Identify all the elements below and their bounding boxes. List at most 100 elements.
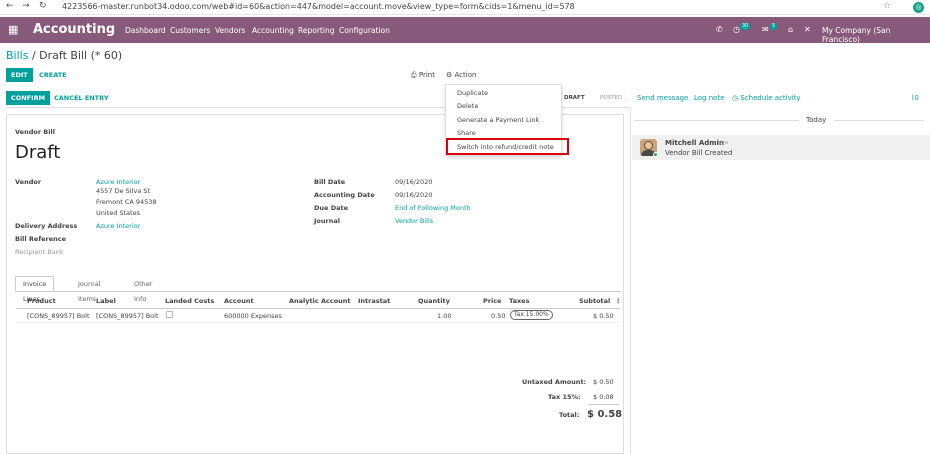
- breadcrumb: Bills / Draft Bill (* 60): [6, 49, 122, 62]
- bill-date-label: Bill Date: [314, 178, 346, 186]
- address-bar[interactable]: 4223566-master.runbot34.odoo.com/web#id=…: [62, 2, 575, 11]
- menu-item-share[interactable]: Share: [457, 129, 476, 137]
- menu-item-duplicate[interactable]: Duplicate: [457, 89, 488, 97]
- row-label[interactable]: [CONS_89957] Bolt: [96, 312, 159, 320]
- menu-item-delete[interactable]: Delete: [457, 102, 478, 110]
- confirm-button[interactable]: CONFIRM: [6, 91, 51, 105]
- row-subtotal: $ 0.50: [593, 312, 614, 320]
- vendor-address-line: Fremont CA 94538: [96, 198, 157, 206]
- send-message-button[interactable]: Send message: [637, 94, 688, 102]
- activity-count-badge: 30: [740, 23, 751, 30]
- status-draft: DRAFT: [564, 95, 585, 101]
- table-header-divider: [16, 308, 620, 309]
- create-button[interactable]: CREATE: [34, 68, 72, 82]
- col-subtotal[interactable]: Subtotal: [579, 297, 610, 305]
- back-arrow-icon[interactable]: ←: [6, 1, 14, 11]
- breadcrumb-separator: /: [31, 49, 36, 62]
- gift-icon[interactable]: ⌂: [788, 25, 793, 34]
- status-posted[interactable]: POSTED: [600, 95, 622, 101]
- main-navbar: ▦ Accounting Dashboard Customers Vendors…: [0, 17, 930, 44]
- col-taxes[interactable]: Taxes: [509, 297, 529, 305]
- tab-invoice-lines[interactable]: Invoice Lines: [15, 276, 55, 303]
- printer-icon: ⎙: [411, 71, 417, 79]
- message-author[interactable]: Mitchell Admin: [665, 139, 724, 147]
- row-account[interactable]: 600000 Expenses: [224, 312, 282, 320]
- journal-label: Journal: [314, 217, 340, 225]
- online-status-icon: [653, 152, 658, 157]
- delivery-address-label: Delivery Address: [15, 222, 78, 230]
- attachments-button[interactable]: ⌇0: [911, 94, 919, 102]
- menu-dashboard[interactable]: Dashboard: [125, 26, 166, 35]
- col-analytic-account[interactable]: Analytic Account: [289, 297, 351, 305]
- tax-label: Tax 15%:: [548, 393, 581, 401]
- col-product[interactable]: Product: [27, 297, 56, 305]
- gear-icon: ⚙: [446, 71, 453, 79]
- schedule-activity-button[interactable]: ◷ Schedule activity: [732, 94, 801, 102]
- totals-divider: [588, 404, 619, 405]
- edit-button[interactable]: EDIT: [6, 68, 33, 82]
- due-date-field[interactable]: End of Following Month: [395, 204, 471, 212]
- avatar-head: [644, 141, 653, 150]
- vendor-label: Vendor: [15, 178, 42, 186]
- vendor-address-line: 4557 De Silva St: [96, 187, 150, 195]
- table-row-divider: [16, 322, 620, 323]
- log-note-button[interactable]: Log note: [694, 94, 725, 102]
- print-button[interactable]: ⎙ Print: [411, 71, 435, 80]
- today-separator-left: [634, 120, 799, 121]
- col-intrastat[interactable]: Intrastat: [358, 297, 390, 305]
- apps-grid-icon[interactable]: ▦: [8, 24, 18, 35]
- vendor-address-line: United States: [96, 209, 141, 217]
- recipient-bank-label: Recipient Bank: [15, 248, 64, 256]
- menu-customers[interactable]: Customers: [170, 26, 210, 35]
- tab-other-info[interactable]: Other Info: [126, 276, 160, 303]
- browser-toolbar: ← → ↻ 4223566-master.runbot34.odoo.com/w…: [0, 0, 930, 15]
- message-time: now: [718, 140, 729, 146]
- chat-bubbles-icon[interactable]: ✉: [762, 25, 769, 34]
- total-value: $ 0.58: [587, 409, 623, 420]
- reload-icon[interactable]: ↻: [39, 1, 47, 11]
- vendor-field[interactable]: Azure Interior: [96, 178, 140, 186]
- column-options-icon[interactable]: ⋮: [615, 297, 622, 305]
- breadcrumb-current: Draft Bill (* 60): [39, 49, 123, 62]
- menu-vendors[interactable]: Vendors: [215, 26, 245, 35]
- tab-journal-items[interactable]: Journal Items: [70, 276, 108, 303]
- menu-item-generate-payment-link[interactable]: Generate a Payment Link: [457, 116, 539, 124]
- col-quantity[interactable]: Quantity: [418, 297, 450, 305]
- menu-accounting[interactable]: Accounting: [252, 26, 294, 35]
- row-landed-costs-checkbox[interactable]: [166, 311, 173, 318]
- delivery-address-field[interactable]: Azure Interior: [96, 222, 140, 230]
- bill-date-field[interactable]: 09/16/2020: [395, 178, 432, 186]
- extension-icon[interactable]: ◎: [913, 2, 924, 13]
- row-tax-tag[interactable]: Tax 15.00%: [510, 310, 553, 320]
- menu-configuration[interactable]: Configuration: [339, 26, 390, 35]
- cancel-entry-button[interactable]: CANCEL ENTRY: [49, 91, 114, 105]
- today-separator-right: [834, 120, 924, 121]
- due-date-label: Due Date: [314, 204, 348, 212]
- breadcrumb-bills[interactable]: Bills: [6, 49, 28, 62]
- tax-value: $ 0.08: [593, 393, 614, 401]
- debug-tools-icon[interactable]: ✕: [804, 25, 811, 34]
- form-type-label: Vendor Bill: [15, 128, 55, 136]
- forward-arrow-icon[interactable]: →: [22, 1, 30, 11]
- col-landed-costs[interactable]: Landed Costs: [165, 297, 214, 305]
- journal-field[interactable]: Vendor Bills: [395, 217, 433, 225]
- bookmark-star-icon[interactable]: ☆: [883, 1, 891, 11]
- col-account[interactable]: Account: [224, 297, 254, 305]
- col-label[interactable]: Label: [96, 297, 116, 305]
- menu-reporting[interactable]: Reporting: [298, 26, 334, 35]
- phone-icon[interactable]: ✆: [716, 25, 723, 34]
- row-quantity[interactable]: 1.00: [437, 312, 451, 320]
- company-switcher[interactable]: My Company (San Francisco): [822, 26, 930, 44]
- activity-clock-icon[interactable]: ◷: [733, 25, 740, 34]
- row-price[interactable]: 0.50: [491, 312, 505, 320]
- accounting-date-label: Accounting Date: [314, 191, 375, 199]
- app-name[interactable]: Accounting: [33, 22, 115, 37]
- highlight-box: [446, 138, 569, 155]
- col-price[interactable]: Price: [483, 297, 501, 305]
- action-button[interactable]: ⚙ Action: [446, 71, 476, 79]
- message-body: Vendor Bill Created: [665, 149, 733, 157]
- form-state-title: Draft: [15, 142, 61, 163]
- accounting-date-field[interactable]: 09/16/2020: [395, 191, 432, 199]
- bill-reference-label: Bill Reference: [15, 235, 67, 243]
- row-product[interactable]: [CONS_89957] Bolt: [27, 312, 90, 320]
